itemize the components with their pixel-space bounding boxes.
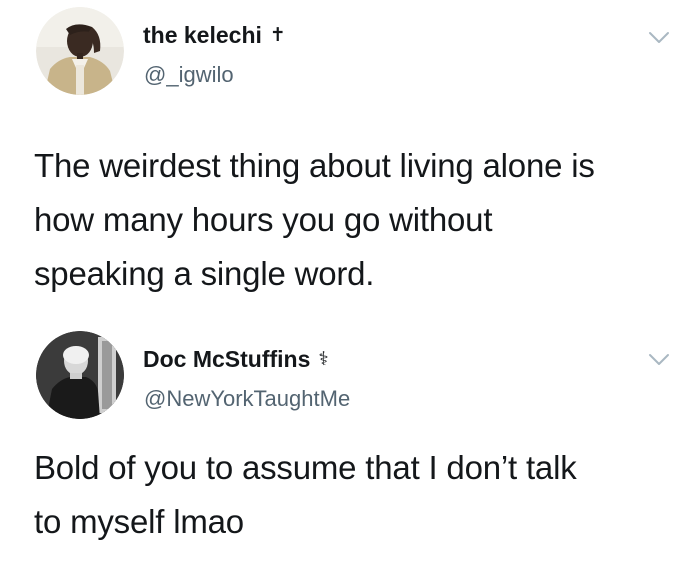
tweet-text-line: how many hours you go without	[34, 201, 493, 238]
tweet-text-line: speaking a single word.	[34, 255, 375, 292]
display-name[interactable]: the kelechi	[143, 22, 262, 49]
tweet-text-line: The weirdest thing about living alone is	[34, 147, 595, 184]
medical-symbol-icon: ⚕	[318, 349, 329, 370]
chevron-down-icon[interactable]	[647, 352, 671, 368]
profile-photo-icon	[36, 7, 124, 95]
tweet: Doc McStuffins ⚕ @NewYorkTaughtMe Bold o…	[0, 322, 700, 561]
user-handle[interactable]: @NewYorkTaughtMe	[144, 386, 350, 412]
tweet-text-line: to myself lmao	[34, 503, 244, 540]
tweet-text: The weirdest thing about living alone is…	[34, 139, 684, 301]
display-name[interactable]: Doc McStuffins	[143, 346, 310, 373]
avatar[interactable]	[36, 7, 124, 95]
author-name-row[interactable]: the kelechi ✝	[143, 22, 286, 49]
tweet-text: Bold of you to assume that I don’t talk …	[34, 441, 684, 549]
tweet: the kelechi ✝ @_igwilo The weirdest thin…	[0, 0, 700, 330]
avatar[interactable]	[36, 331, 124, 419]
chevron-down-icon[interactable]	[647, 30, 671, 46]
cross-icon: ✝	[269, 25, 286, 46]
author-name-row[interactable]: Doc McStuffins ⚕	[143, 346, 329, 373]
user-handle[interactable]: @_igwilo	[144, 62, 234, 88]
tweet-text-line: Bold of you to assume that I don’t talk	[34, 449, 577, 486]
profile-photo-icon	[36, 331, 124, 419]
